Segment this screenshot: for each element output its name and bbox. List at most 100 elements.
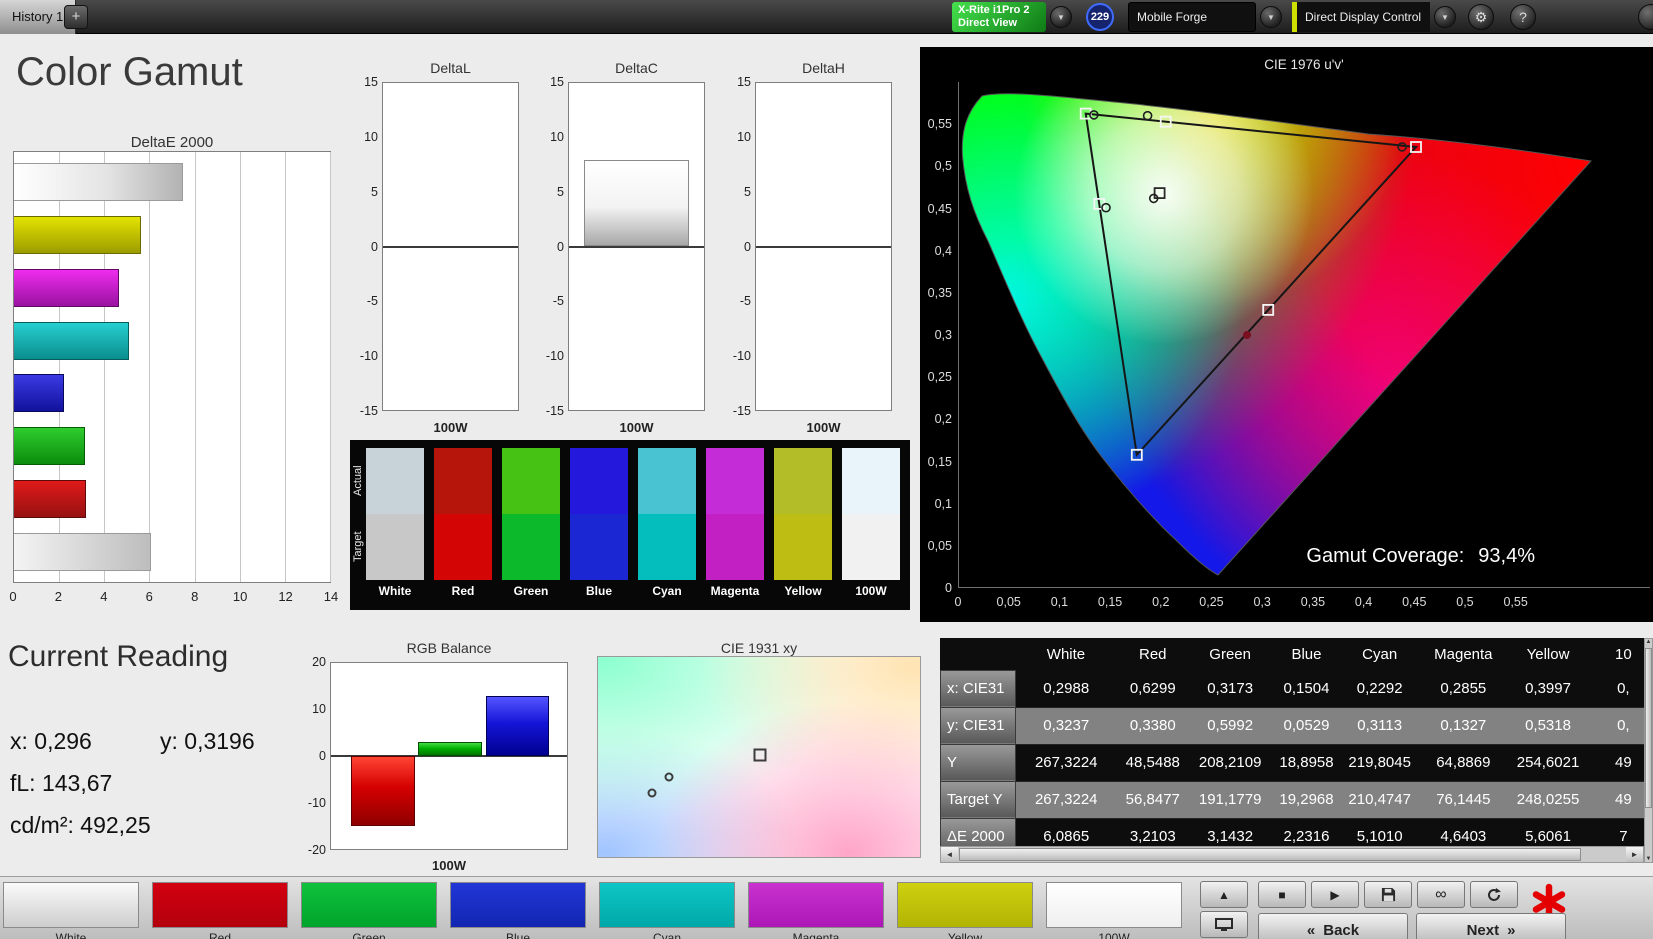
display-control-selector[interactable]: Direct Display Control bbox=[1292, 2, 1430, 32]
table-cell: 64,8869 bbox=[1417, 744, 1510, 782]
compare-column-cyan: Cyan bbox=[638, 448, 696, 598]
x-tick-label: 0,4 bbox=[1354, 595, 1373, 609]
save-button[interactable] bbox=[1364, 881, 1412, 908]
y-tick-label: 15 bbox=[550, 75, 564, 89]
chart-deltah: DeltaH 15 10 5 0 -5 -10 -15 100W bbox=[727, 60, 893, 450]
deltae-bar-red bbox=[14, 479, 87, 518]
plot-area bbox=[568, 82, 705, 411]
table-row[interactable]: y: CIE31 0,3237 0,3380 0,5992 0,0529 0,3113 0,… bbox=[940, 706, 1644, 745]
table-cell: 254,6021 bbox=[1509, 744, 1587, 782]
measured-marker bbox=[1142, 110, 1153, 121]
table-row[interactable]: x: CIE31 0,2988 0,6299 0,3173 0,1504 0,2292 0,… bbox=[940, 669, 1644, 708]
transport-controls: ■ ▶ ∞ bbox=[1258, 881, 1518, 908]
x-tick-label: 0 bbox=[9, 589, 17, 604]
column-header: 10 bbox=[1615, 645, 1632, 663]
x-tick-label: 0,5 bbox=[1456, 595, 1474, 609]
add-tab-button[interactable]: + bbox=[64, 5, 88, 29]
meter-dropdown-button[interactable]: ▼ bbox=[1050, 6, 1072, 28]
y-axis: 15 10 5 0 -5 -10 -15 bbox=[354, 75, 378, 418]
pattern-swatch-green[interactable]: Green bbox=[301, 882, 437, 939]
stop-button[interactable]: ■ bbox=[1258, 881, 1306, 908]
row-label: Target Y bbox=[940, 780, 1017, 819]
actual-swatch bbox=[842, 448, 900, 514]
measured-marker bbox=[1242, 331, 1251, 340]
y-tick-label: 0,4 bbox=[934, 243, 952, 258]
next-button[interactable]: Next » bbox=[1416, 913, 1566, 939]
table-cell: 3,2103 bbox=[1116, 818, 1190, 846]
x-tick-label: 0,3 bbox=[1253, 595, 1271, 609]
source-dropdown-button[interactable]: ▼ bbox=[1260, 6, 1282, 28]
pattern-color bbox=[748, 882, 884, 928]
pattern-swatch-magenta[interactable]: Magenta bbox=[748, 882, 884, 939]
y-tick-label: 0 bbox=[319, 749, 326, 763]
scrollbar-thumb[interactable] bbox=[959, 848, 1581, 861]
cie-1976-title: CIE 1976 u'v' bbox=[1264, 57, 1344, 72]
scrollbar-thumb[interactable] bbox=[1645, 648, 1652, 808]
target-marker bbox=[1153, 187, 1166, 199]
table-row[interactable]: ΔE 2000 6,0865 3,2103 3,1432 2,2316 5,1010 4,6… bbox=[940, 817, 1644, 846]
play-button[interactable]: ▶ bbox=[1311, 881, 1359, 908]
pattern-swatch-cyan[interactable]: Cyan bbox=[599, 882, 735, 939]
extra-button[interactable] bbox=[1638, 4, 1653, 30]
save-icon bbox=[1381, 887, 1395, 902]
swatch-label: Green bbox=[513, 584, 549, 598]
page-title: Color Gamut bbox=[16, 50, 243, 94]
y-tick-label: 0,5 bbox=[934, 159, 952, 174]
continuous-read-button[interactable]: ∞ bbox=[1417, 881, 1465, 908]
navigation-buttons: « Back Next » bbox=[1258, 913, 1566, 939]
vertical-scrollbar[interactable]: ▲ ▼ bbox=[1644, 638, 1653, 863]
table-row[interactable]: Y 267,3224 48,5488 208,2109 18,8958 219,8045 6… bbox=[940, 743, 1644, 782]
y-tick-label: -5 bbox=[366, 294, 378, 309]
settings-button[interactable]: ⚙ bbox=[1468, 4, 1494, 30]
x-tick-label: 2 bbox=[54, 589, 63, 604]
scroll-up-button[interactable]: ▲ bbox=[1645, 639, 1652, 645]
deltae-bar-100w bbox=[14, 163, 184, 202]
scroll-left-button[interactable]: ◄ bbox=[941, 847, 958, 862]
results-table-panel: White Red Green Blue Cyan Magenta Yellow 10 x: … bbox=[940, 638, 1644, 846]
pattern-window-controls: ▲ bbox=[1200, 881, 1248, 938]
measured-marker bbox=[664, 772, 674, 782]
compare-column-yellow: Yellow bbox=[774, 448, 832, 598]
plot-area bbox=[330, 662, 568, 850]
display-pattern-button[interactable] bbox=[1200, 911, 1248, 938]
pattern-swatch-red[interactable]: Red bbox=[152, 882, 288, 939]
compare-column-magenta: Magenta bbox=[706, 448, 764, 598]
swatch-label: Cyan bbox=[652, 584, 682, 598]
pattern-swatch-100w[interactable]: 100W bbox=[1046, 882, 1182, 939]
gridline bbox=[330, 152, 331, 582]
horizontal-scrollbar[interactable]: ◄ ► bbox=[940, 846, 1644, 863]
pattern-swatch-yellow[interactable]: Yellow bbox=[897, 882, 1033, 939]
scroll-down-button[interactable]: ▼ bbox=[1645, 856, 1652, 862]
x-axis-label: 100W bbox=[619, 420, 654, 435]
y-tick-label: 0 bbox=[945, 581, 952, 595]
y-tick-label: 0,3 bbox=[934, 328, 952, 342]
left-arrow-icon: ◄ bbox=[945, 850, 954, 859]
table-cell: 0,2988 bbox=[1015, 670, 1117, 708]
scroll-right-button[interactable]: ► bbox=[1626, 847, 1643, 862]
x-tick-label: 0,15 bbox=[1097, 595, 1123, 609]
pattern-color bbox=[301, 882, 437, 928]
pattern-color bbox=[599, 882, 735, 928]
back-chevrons-icon: « bbox=[1306, 921, 1316, 939]
y-tick-label: 0,1 bbox=[934, 496, 952, 511]
pattern-swatch-white[interactable]: White bbox=[3, 882, 139, 939]
pattern-swatch-blue[interactable]: Blue bbox=[450, 882, 586, 939]
display-control-dropdown-button[interactable]: ▼ bbox=[1434, 6, 1456, 28]
y-tick-label: -15 bbox=[545, 404, 564, 418]
table-row[interactable]: Target Y 267,3224 56,8477 191,1779 19,2968 21… bbox=[940, 780, 1644, 819]
table-cell: 2,2316 bbox=[1270, 818, 1343, 846]
pattern-label: Green bbox=[352, 931, 386, 939]
current-reading-title: Current Reading bbox=[8, 640, 229, 673]
loop-button[interactable] bbox=[1470, 881, 1518, 908]
source-selector[interactable]: Mobile Forge bbox=[1128, 2, 1256, 32]
target-swatch bbox=[842, 514, 900, 580]
results-table: White Red Green Blue Cyan Magenta Yellow 10 x: … bbox=[940, 638, 1644, 846]
back-button[interactable]: « Back bbox=[1258, 913, 1408, 939]
meter-selector[interactable]: X-Rite i1Pro 2 Direct View bbox=[952, 2, 1046, 32]
table-cell: 0,3173 bbox=[1189, 670, 1271, 708]
y-tick-label: -10 bbox=[307, 796, 326, 810]
plot-area bbox=[382, 82, 519, 411]
collapse-button[interactable]: ▲ bbox=[1200, 881, 1248, 908]
bar-red bbox=[351, 756, 415, 826]
help-button[interactable]: ? bbox=[1510, 4, 1536, 30]
